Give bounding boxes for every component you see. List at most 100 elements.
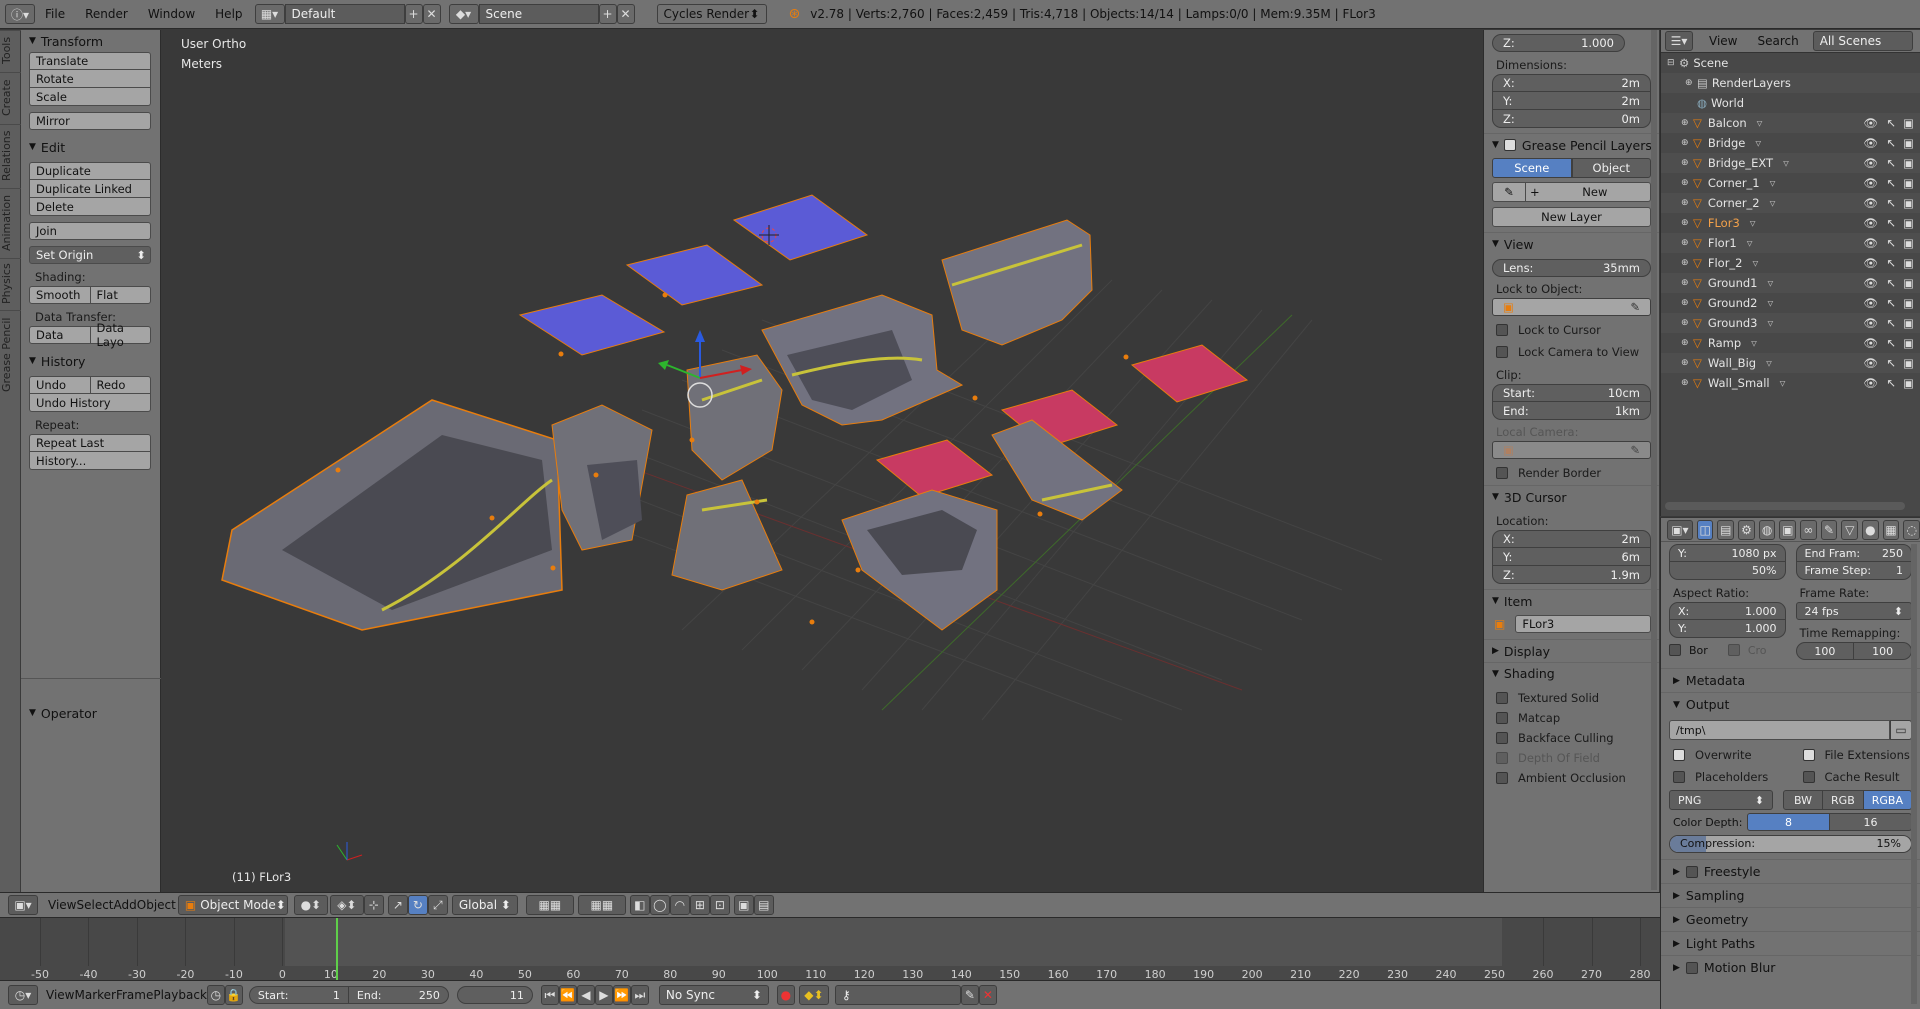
info-editor-icon[interactable]: ⓘ▾ bbox=[5, 4, 35, 24]
placeholders-row[interactable]: Placeholders bbox=[1661, 766, 1791, 788]
lock-cursor-checkbox[interactable] bbox=[1496, 324, 1508, 336]
snap-element-icon[interactable]: ⊡ bbox=[709, 895, 730, 915]
eye-icon[interactable]: 👁 bbox=[1863, 336, 1878, 350]
mesh-corner-2[interactable] bbox=[671, 479, 783, 591]
timeline[interactable]: -50 -40 -30 -20 -10 0 10 20 30 40 50 60 70 80 90 100 110… bbox=[0, 917, 1660, 981]
expand-icon[interactable]: ⊕ bbox=[1681, 118, 1693, 128]
bw-button[interactable]: BW bbox=[1783, 790, 1824, 810]
prev-keyframe-icon[interactable]: ⏪ bbox=[558, 985, 577, 1005]
delete-scene-icon[interactable]: ✕ bbox=[616, 4, 635, 24]
cursor-restrict-icon[interactable]: ↖ bbox=[1886, 236, 1896, 250]
expand-icon[interactable]: ⊕ bbox=[1681, 158, 1693, 168]
sampling-section[interactable]: ▶ Sampling bbox=[1661, 883, 1920, 907]
play-reverse-icon[interactable]: ◀ bbox=[576, 985, 595, 1005]
plane-blue-1[interactable] bbox=[518, 294, 666, 356]
playback-menu[interactable]: Playback bbox=[153, 988, 207, 1002]
grease-pencil-header[interactable]: ▼ Grease Pencil Layers bbox=[1484, 134, 1659, 156]
outliner-object-row[interactable]: ⊕ ▽ Bridge ▿ 👁 ↖ ▣ bbox=[1661, 133, 1920, 153]
duplicate-linked-button[interactable]: Duplicate Linked bbox=[29, 180, 151, 198]
location-z-field[interactable]: Z: 1.000 bbox=[1492, 34, 1625, 52]
menu-help[interactable]: Help bbox=[205, 7, 252, 21]
shading-panel-header[interactable]: ▼ Shading bbox=[1484, 662, 1659, 684]
gp-object-button[interactable]: Object bbox=[1571, 158, 1651, 178]
data-tab-icon[interactable]: ▽ bbox=[1841, 519, 1859, 540]
remap-new-field[interactable]: 100 bbox=[1854, 642, 1912, 660]
menu-window[interactable]: Window bbox=[138, 7, 205, 21]
eye-icon[interactable]: 👁 bbox=[1863, 136, 1878, 150]
light-paths-section[interactable]: ▶ Light Paths bbox=[1661, 931, 1920, 955]
set-origin-dropdown[interactable]: Set Origin ⬍ bbox=[29, 246, 151, 264]
mode-dropdown[interactable]: ▣ Object Mode ⬍ bbox=[177, 895, 288, 915]
overwrite-row[interactable]: Overwrite bbox=[1661, 744, 1791, 766]
fps-dropdown[interactable]: 24 fps ⬍ bbox=[1795, 602, 1912, 620]
border-checkbox[interactable] bbox=[1669, 644, 1681, 656]
add-menu[interactable]: Add bbox=[114, 898, 137, 912]
render-tab-icon[interactable]: ◫ bbox=[1696, 519, 1714, 540]
transform-panel-header[interactable]: ▼ Transform bbox=[21, 30, 160, 52]
render-restrict-icon[interactable]: ▣ bbox=[1903, 316, 1914, 330]
tab-physics[interactable]: Physics bbox=[0, 258, 21, 308]
translate-button[interactable]: Translate bbox=[29, 52, 151, 70]
outliner-object-row[interactable]: ⊕ ▽ Ground3 ▿ 👁 ↖ ▣ bbox=[1661, 313, 1920, 333]
expand-icon[interactable]: ⊕ bbox=[1681, 138, 1693, 148]
rotate-button[interactable]: Rotate bbox=[29, 70, 151, 88]
lens-field[interactable]: Lens: 35mm bbox=[1492, 259, 1651, 277]
rgba-button[interactable]: RGBA bbox=[1863, 790, 1912, 810]
end-frame-field[interactable]: End Fram: 250 bbox=[1795, 544, 1912, 562]
start-frame-field[interactable]: Start: 1 bbox=[248, 986, 349, 1004]
insert-keyframe-icon[interactable]: ✎ bbox=[960, 985, 979, 1005]
redo-button[interactable]: Redo bbox=[90, 376, 151, 394]
aspect-x-field[interactable]: X: 1.000 bbox=[1669, 602, 1786, 620]
render-restrict-icon[interactable]: ▣ bbox=[1903, 276, 1914, 290]
outliner-object-row[interactable]: ⊕ ▽ Bridge_EXT ▿ 👁 ↖ ▣ bbox=[1661, 153, 1920, 173]
expand-icon[interactable]: ⊕ bbox=[1681, 178, 1693, 188]
matcap-checkbox[interactable] bbox=[1496, 712, 1508, 724]
resolution-percent-field[interactable]: 50% bbox=[1669, 562, 1786, 580]
cursor-restrict-icon[interactable]: ↖ bbox=[1886, 256, 1896, 270]
placeholders-checkbox[interactable] bbox=[1673, 771, 1685, 783]
output-path-field[interactable]: /tmp\ bbox=[1669, 720, 1890, 740]
backface-culling-row[interactable]: Backface Culling bbox=[1484, 728, 1659, 748]
tab-grease-pencil[interactable]: Grease Pencil bbox=[0, 310, 21, 398]
geometry-section[interactable]: ▶ Geometry bbox=[1661, 907, 1920, 931]
smooth-button[interactable]: Smooth bbox=[29, 286, 91, 304]
cursor-restrict-icon[interactable]: ↖ bbox=[1886, 336, 1896, 350]
eye-icon[interactable]: 👁 bbox=[1863, 236, 1878, 250]
scene-tab-icon[interactable]: ⚙ bbox=[1738, 519, 1755, 540]
new-gp-button[interactable]: + New bbox=[1526, 182, 1651, 202]
render-restrict-icon[interactable]: ▣ bbox=[1903, 176, 1914, 190]
grease-pencil-checkbox[interactable] bbox=[1503, 139, 1516, 151]
outliner-renderlayers-row[interactable]: ⊕ ▤ RenderLayers bbox=[1661, 73, 1920, 93]
remap-old-field[interactable]: 100 bbox=[1795, 642, 1855, 660]
layers-grid-2-icon[interactable]: ▦▦ bbox=[577, 895, 626, 915]
npanel-scrollbar[interactable] bbox=[1651, 30, 1657, 890]
depth-16-button[interactable]: 16 bbox=[1830, 813, 1912, 831]
outliner-editor-icon[interactable]: ☰▾ bbox=[1665, 31, 1693, 51]
flat-button[interactable]: Flat bbox=[90, 286, 151, 304]
proportional-falloff-icon[interactable]: ◠ bbox=[669, 895, 690, 915]
clip-start-field[interactable]: Start: 10cm bbox=[1492, 384, 1651, 402]
cursor-restrict-icon[interactable]: ↖ bbox=[1886, 116, 1896, 130]
outliner-object-row[interactable]: ⊕ ▽ Ground1 ▿ 👁 ↖ ▣ bbox=[1661, 273, 1920, 293]
display-mode-dropdown[interactable]: All Scenes bbox=[1812, 31, 1913, 51]
expand-icon[interactable]: ⊕ bbox=[1681, 238, 1693, 248]
translate-manipulator-icon[interactable]: ↗ bbox=[387, 895, 408, 915]
freestyle-checkbox[interactable] bbox=[1685, 865, 1698, 878]
eye-icon[interactable]: 👁 bbox=[1863, 276, 1878, 290]
motion-blur-checkbox[interactable] bbox=[1685, 961, 1698, 974]
layout-name-field[interactable]: Default bbox=[284, 4, 405, 24]
outliner-object-row[interactable]: ⊕ ▽ Ramp ▿ 👁 ↖ ▣ bbox=[1661, 333, 1920, 353]
tab-animation[interactable]: Animation bbox=[0, 188, 21, 256]
join-button[interactable]: Join bbox=[29, 222, 151, 240]
matcap-row[interactable]: Matcap bbox=[1484, 708, 1659, 728]
rotate-manipulator-icon[interactable]: ↻ bbox=[407, 895, 428, 915]
props-scrollbar[interactable] bbox=[1911, 544, 1917, 1004]
clip-end-field[interactable]: End: 1km bbox=[1492, 402, 1651, 420]
cursor-restrict-icon[interactable]: ↖ bbox=[1886, 216, 1896, 230]
object-name-field[interactable]: FLor3 bbox=[1515, 615, 1651, 633]
material-tab-icon[interactable]: ● bbox=[1862, 519, 1879, 540]
ambient-occlusion-checkbox[interactable] bbox=[1496, 772, 1508, 784]
item-panel-header[interactable]: ▼ Item bbox=[1484, 590, 1659, 612]
expand-icon[interactable]: ⊕ bbox=[1681, 278, 1693, 288]
render-border-row[interactable]: Render Border bbox=[1484, 462, 1659, 484]
